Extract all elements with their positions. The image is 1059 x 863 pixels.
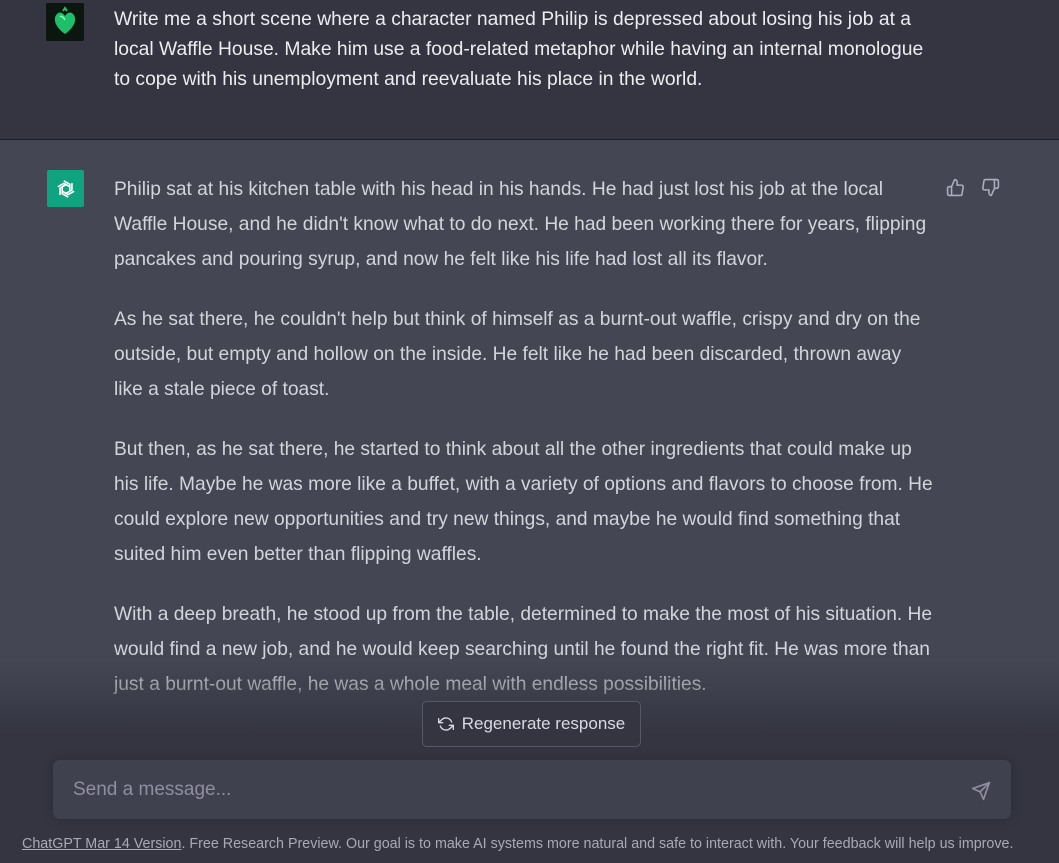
regenerate-label: Regenerate response bbox=[461, 714, 626, 733]
footer-disclaimer: ChatGPT Mar 14 Version. Free Research Pr… bbox=[22, 836, 1052, 852]
thumbs-up-icon[interactable] bbox=[944, 176, 966, 198]
send-button[interactable] bbox=[969, 779, 993, 803]
assistant-paragraph: Philip sat at his kitchen table with his… bbox=[114, 179, 927, 270]
user-avatar bbox=[46, 3, 84, 41]
paper-plane-icon bbox=[971, 781, 991, 801]
message-composer bbox=[53, 760, 1011, 819]
user-message-row: Write me a short scene where a character… bbox=[0, 0, 1059, 140]
regenerate-response-button[interactable]: Regenerate response bbox=[422, 701, 641, 747]
assistant-paragraph: As he sat there, he couldn't help but th… bbox=[114, 309, 921, 400]
assistant-paragraph: But then, as he sat there, he started to… bbox=[114, 439, 933, 565]
footer-text: . Free Research Preview. Our goal is to … bbox=[181, 836, 1014, 852]
user-message-text: Write me a short scene where a character… bbox=[114, 9, 924, 90]
refresh-icon bbox=[437, 716, 454, 732]
openai-logo-icon bbox=[47, 170, 84, 207]
version-link[interactable]: ChatGPT Mar 14 Version bbox=[22, 836, 181, 852]
thumbs-down-icon[interactable] bbox=[979, 176, 1001, 198]
message-input[interactable] bbox=[53, 760, 953, 819]
assistant-message-text: Philip sat at his kitchen table with his… bbox=[114, 172, 934, 727]
